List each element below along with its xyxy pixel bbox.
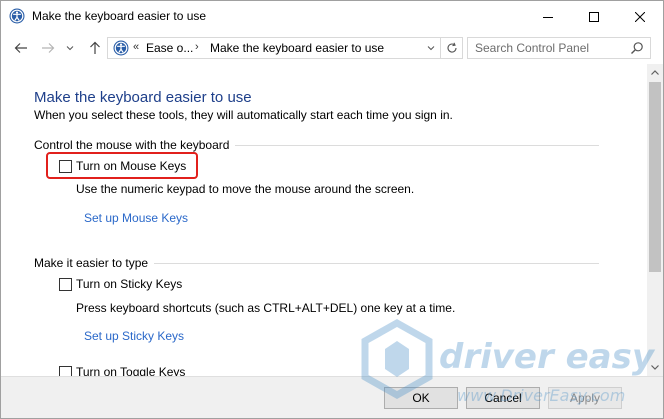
sticky-keys-checkbox[interactable]: [59, 277, 72, 291]
search-input[interactable]: [468, 38, 628, 58]
apply-button[interactable]: Apply: [548, 387, 622, 409]
page-subtitle: When you select these tools, they will a…: [34, 108, 453, 122]
scroll-up-button[interactable]: [647, 64, 663, 81]
refresh-button[interactable]: [441, 37, 463, 59]
close-button[interactable]: [617, 1, 663, 32]
breadcrumb-separator[interactable]: ›: [195, 41, 199, 53]
button-bar: OK Cancel Apply: [1, 376, 663, 418]
setup-mouse-keys-link[interactable]: Set up Mouse Keys: [84, 211, 188, 225]
chevron-down-icon: [427, 46, 435, 51]
section-heading-typing: Make it easier to type: [34, 256, 149, 270]
scroll-up-arrow-icon: [651, 70, 659, 75]
toggle-keys-option[interactable]: Turn on Toggle Keys: [59, 364, 185, 376]
navigation-bar: « Ease o... › Make the keyboard easier t…: [1, 32, 663, 64]
maximize-icon: [589, 11, 599, 22]
arrow-right-icon: [42, 43, 55, 53]
breadcrumb-current[interactable]: Make the keyboard easier to use: [210, 41, 384, 55]
cancel-button[interactable]: Cancel: [466, 387, 540, 409]
section-divider: [154, 263, 599, 264]
ease-of-access-icon: [9, 8, 25, 24]
control-panel-window: Make the keyboard easier to use « Ease o…: [0, 0, 664, 419]
arrow-up-icon: [90, 41, 100, 54]
recent-locations-button[interactable]: [64, 39, 76, 57]
maximize-button[interactable]: [571, 1, 617, 32]
forward-button[interactable]: [39, 39, 57, 57]
sticky-keys-label[interactable]: Turn on Sticky Keys: [76, 277, 182, 291]
page-title: Make the keyboard easier to use: [34, 89, 252, 106]
address-dropdown-button[interactable]: [422, 38, 440, 58]
minimize-icon: [543, 16, 553, 18]
highlight-box: [46, 152, 198, 179]
sticky-keys-description: Press keyboard shortcuts (such as CTRL+A…: [76, 301, 456, 315]
sticky-keys-option[interactable]: Turn on Sticky Keys: [59, 276, 182, 292]
section-heading-mouse: Control the mouse with the keyboard: [34, 138, 230, 152]
setup-sticky-keys-link[interactable]: Set up Sticky Keys: [84, 329, 184, 343]
search-box[interactable]: [467, 37, 651, 59]
refresh-icon: [447, 42, 457, 53]
ease-of-access-icon: [113, 40, 129, 56]
chevron-down-icon: [66, 46, 74, 51]
search-icon[interactable]: [630, 41, 644, 55]
title-bar: Make the keyboard easier to use: [1, 1, 663, 32]
main-content: Make the keyboard easier to use When you…: [1, 64, 647, 376]
arrow-left-icon: [14, 43, 27, 53]
vertical-scrollbar[interactable]: [647, 64, 663, 376]
scroll-down-arrow-icon: [651, 365, 659, 370]
toggle-keys-label[interactable]: Turn on Toggle Keys: [76, 365, 185, 376]
scrollbar-thumb[interactable]: [649, 82, 661, 272]
toggle-keys-checkbox[interactable]: [59, 365, 72, 376]
close-icon: [635, 11, 645, 22]
mouse-keys-description: Use the numeric keypad to move the mouse…: [76, 182, 415, 196]
up-button[interactable]: [86, 39, 104, 57]
breadcrumb-ease-of-access[interactable]: Ease o...: [146, 41, 193, 55]
ok-button[interactable]: OK: [384, 387, 458, 409]
breadcrumb-overflow[interactable]: «: [133, 41, 139, 53]
section-divider: [235, 145, 599, 146]
back-button[interactable]: [12, 39, 30, 57]
window-title: Make the keyboard easier to use: [32, 9, 207, 23]
address-bar[interactable]: « Ease o... › Make the keyboard easier t…: [107, 37, 441, 59]
minimize-button[interactable]: [525, 1, 571, 32]
scroll-down-button[interactable]: [647, 359, 663, 376]
